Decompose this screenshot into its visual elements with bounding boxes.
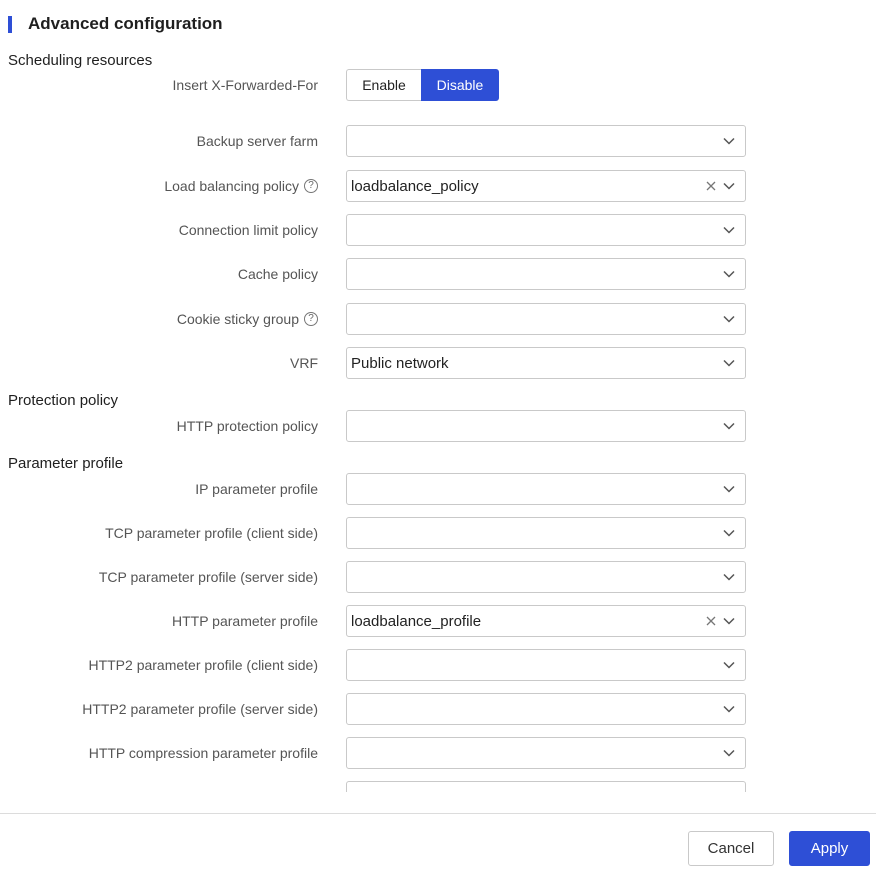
row-x-forwarded-for: Insert X-Forwarded-For Enable Disable [0,69,876,101]
http-parameter-profile-label: HTTP parameter profile [171,613,318,629]
row-connection-limit-policy: Connection limit policy [0,214,876,246]
cookie-sticky-group-label: Cookie sticky group ? [177,303,318,335]
tcp-server-label: TCP parameter profile (server side) [98,569,318,585]
http-parameter-profile-select[interactable]: loadbalance_profile [346,605,746,637]
chevron-down-icon [721,525,737,541]
enable-button[interactable]: Enable [346,69,421,101]
row-http2-server: HTTP2 parameter profile (server side) [0,693,876,725]
chevron-down-icon [721,418,737,434]
chevron-down-icon [721,701,737,717]
chevron-down-icon [721,481,737,497]
select-value: Public network [351,354,449,372]
http2-server-select[interactable] [346,693,746,725]
row-cache-policy: Cache policy [0,258,876,290]
connection-limit-policy-select[interactable] [346,214,746,246]
select-value: loadbalance_policy [351,177,479,195]
section-title: Advanced configuration [28,14,223,33]
help-icon[interactable]: ? [304,312,318,326]
http-protection-policy-select[interactable] [346,410,746,442]
backup-server-farm-select[interactable] [346,125,746,157]
section-header: Advanced configuration [8,13,223,35]
http2-server-label: HTTP2 parameter profile (server side) [82,701,318,717]
row-tcp-client: TCP parameter profile (client side) [0,517,876,549]
group-title-scheduling: Scheduling resources [8,52,153,69]
connection-limit-policy-label: Connection limit policy [178,222,318,238]
select-value: loadbalance_profile [351,612,482,630]
help-icon[interactable]: ? [304,179,318,193]
clear-icon[interactable] [703,178,719,194]
load-balancing-policy-select[interactable]: loadbalance_policy [346,170,746,202]
row-backup-server-farm: Backup server farm [0,125,876,157]
ip-parameter-profile-label: IP parameter profile [195,481,318,497]
group-title-protection: Protection policy [8,392,119,409]
http2-client-select[interactable] [346,649,746,681]
tcp-server-select[interactable] [346,561,746,593]
tcp-client-label: TCP parameter profile (client side) [105,525,318,541]
chevron-down-icon [721,657,737,673]
row-tcp-server: TCP parameter profile (server side) [0,561,876,593]
chevron-down-icon [721,133,737,149]
cache-policy-select[interactable] [346,258,746,290]
x-forwarded-for-toggle: Enable Disable [346,69,499,101]
row-http-statistics: HTTP statistics parameter profile [0,781,876,792]
row-vrf: VRF Public network [0,347,876,379]
group-title-parameter: Parameter profile [8,455,124,472]
chevron-down-icon [721,613,737,629]
vrf-label: VRF [290,355,318,371]
row-load-balancing-policy: Load balancing policy ? loadbalance_poli… [0,170,876,202]
cache-policy-label: Cache policy [237,266,318,282]
row-http-parameter-profile: HTTP parameter profile loadbalance_profi… [0,605,876,637]
tcp-client-select[interactable] [346,517,746,549]
clear-icon[interactable] [703,613,719,629]
http-statistics-label: HTTP statistics parameter profile [114,781,318,792]
form-scroll-area[interactable]: Scheduling resources Insert X-Forwarded-… [0,40,876,792]
vrf-select[interactable]: Public network [346,347,746,379]
chevron-down-icon [721,355,737,371]
chevron-down-icon [721,311,737,327]
chevron-down-icon [721,178,737,194]
row-ip-parameter-profile: IP parameter profile [0,473,876,505]
x-forwarded-for-label: Insert X-Forwarded-For [172,77,318,93]
chevron-down-icon [721,222,737,238]
cookie-sticky-group-select[interactable] [346,303,746,335]
section-accent-bar [8,15,12,33]
apply-button[interactable]: Apply [789,831,870,866]
http2-client-label: HTTP2 parameter profile (client side) [88,657,318,673]
chevron-down-icon [721,745,737,761]
http-protection-policy-label: HTTP protection policy [176,418,318,434]
row-http2-client: HTTP2 parameter profile (client side) [0,649,876,681]
load-balancing-policy-label: Load balancing policy ? [164,170,318,202]
backup-server-farm-label: Backup server farm [196,133,318,149]
http-compression-select[interactable] [346,737,746,769]
http-statistics-select[interactable] [346,781,746,792]
cookie-sticky-group-label-text: Cookie sticky group [176,311,299,327]
load-balancing-policy-label-text: Load balancing policy [164,178,299,194]
ip-parameter-profile-select[interactable] [346,473,746,505]
row-http-protection-policy: HTTP protection policy [0,410,876,442]
http-compression-label: HTTP compression parameter profile [88,745,318,761]
row-cookie-sticky-group: Cookie sticky group ? [0,303,876,335]
chevron-down-icon [721,266,737,282]
cancel-button[interactable]: Cancel [688,831,774,866]
chevron-down-icon [721,569,737,585]
footer-divider [0,813,876,814]
row-http-compression: HTTP compression parameter profile [0,737,876,769]
disable-button[interactable]: Disable [421,69,499,101]
